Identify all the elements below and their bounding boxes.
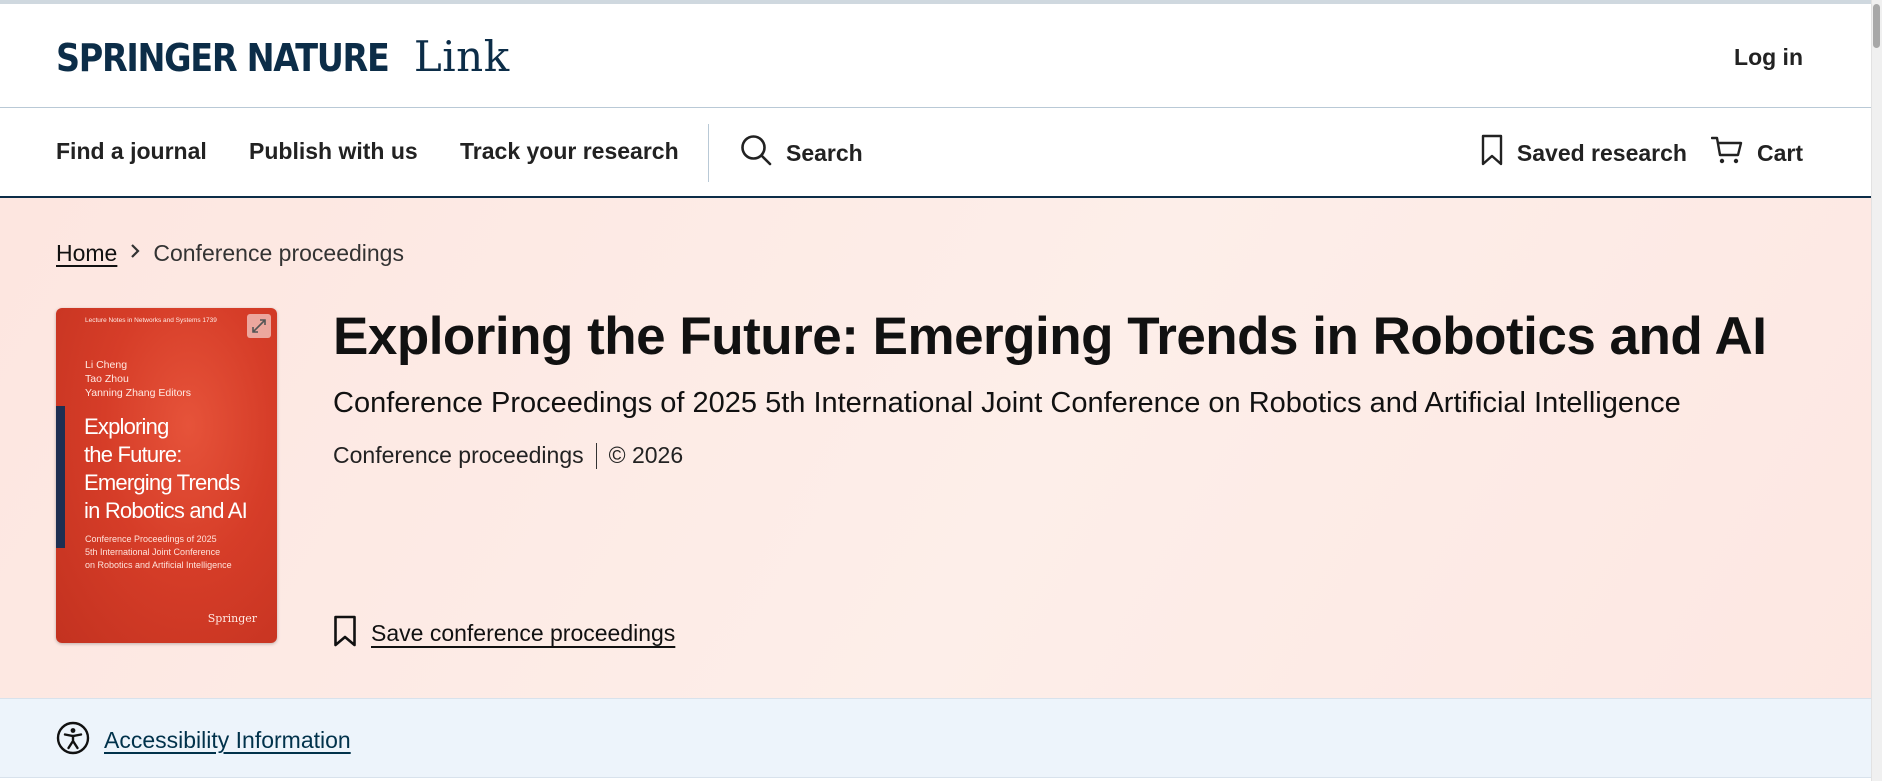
scrollbar-thumb[interactable]	[1873, 4, 1880, 48]
cover-series: Lecture Notes in Networks and Systems 17…	[85, 317, 217, 324]
book-type: Conference proceedings	[333, 442, 584, 468]
breadcrumb-home[interactable]: Home	[56, 240, 117, 267]
breadcrumb-current: Conference proceedings	[153, 240, 404, 266]
cart-label: Cart	[1756, 139, 1803, 166]
cover-title-line: in Robotics and AI	[84, 498, 248, 523]
save-conference-proceedings-button[interactable]: Save conference proceedings	[333, 615, 675, 652]
cover-title-line: the Future:	[84, 442, 182, 467]
cover-author: Li Cheng	[85, 359, 128, 371]
cart-link[interactable]: Cart	[1710, 134, 1803, 172]
book-hero: Home Conference proceedings Lecture Note…	[0, 198, 1871, 698]
chevron-right-icon	[129, 242, 141, 265]
top-header: SPRINGER NATURE Link Log in	[0, 0, 1871, 108]
bookmark-icon	[1481, 134, 1503, 172]
saved-research-label: Saved research	[1516, 139, 1687, 166]
main-nav: Find a journal Publish with us Track you…	[0, 108, 1871, 198]
logo-link-text: Link	[413, 32, 510, 81]
nav-find-a-journal[interactable]: Find a journal	[56, 138, 207, 165]
logo-brand-text: SPRINGER NATURE	[56, 36, 390, 80]
scrollbar-track[interactable]	[1871, 0, 1882, 781]
cart-icon	[1710, 134, 1743, 172]
cover-authors: Li Cheng Tao Zhou Yanning Zhang Editors	[85, 358, 191, 400]
cover-author: Tao Zhou	[85, 373, 129, 385]
nav-right: Saved research Cart	[1457, 134, 1803, 172]
cover-spine	[56, 406, 65, 548]
bookmark-icon	[333, 615, 357, 652]
cover-author: Yanning Zhang Editors	[85, 387, 192, 399]
cover-subtitle-line: on Robotics and Artificial Intelligence	[85, 560, 232, 570]
cover-title-line: Exploring	[84, 414, 169, 439]
nav-divider	[708, 124, 709, 182]
book-copyright: © 2026	[608, 442, 684, 468]
save-label: Save conference proceedings	[371, 620, 676, 646]
login-link[interactable]: Log in	[1734, 44, 1803, 71]
cover-title-line: Emerging Trends	[84, 470, 240, 495]
breadcrumb: Home Conference proceedings	[56, 240, 404, 267]
cover-title: Exploring the Future: Emerging Trends in…	[84, 413, 248, 525]
search-button[interactable]: Search	[740, 134, 863, 172]
book-meta: Conference proceedings © 2026	[333, 442, 683, 469]
book-title: Exploring the Future: Emerging Trends in…	[333, 307, 1767, 366]
springer-nature-link-logo[interactable]: SPRINGER NATURE Link	[56, 32, 510, 84]
nav-publish-with-us[interactable]: Publish with us	[249, 138, 418, 165]
page: SPRINGER NATURE Link Log in Find a journ…	[0, 0, 1871, 781]
accessibility-information-link[interactable]: Accessibility Information	[56, 721, 351, 760]
saved-research-link[interactable]: Saved research	[1481, 134, 1687, 172]
accessibility-link-label: Accessibility Information	[104, 727, 351, 753]
search-label: Search	[786, 139, 863, 166]
cover-publisher: Springer	[207, 612, 257, 625]
expand-icon[interactable]	[247, 314, 271, 338]
cover-subtitle-line: Conference Proceedings of 2025	[85, 534, 217, 544]
book-subtitle: Conference Proceedings of 2025 5th Inter…	[333, 387, 1681, 419]
search-icon	[740, 134, 772, 172]
nav-track-your-research[interactable]: Track your research	[460, 138, 679, 165]
cover-subtitle-line: 5th International Joint Conference	[85, 547, 221, 557]
accessibility-bar: Accessibility Information	[0, 698, 1871, 778]
accessibility-icon	[56, 721, 90, 760]
meta-divider	[595, 442, 597, 469]
cover-subtitle: Conference Proceedings of 2025 5th Inter…	[85, 533, 232, 572]
book-cover[interactable]: Lecture Notes in Networks and Systems 17…	[56, 308, 277, 643]
